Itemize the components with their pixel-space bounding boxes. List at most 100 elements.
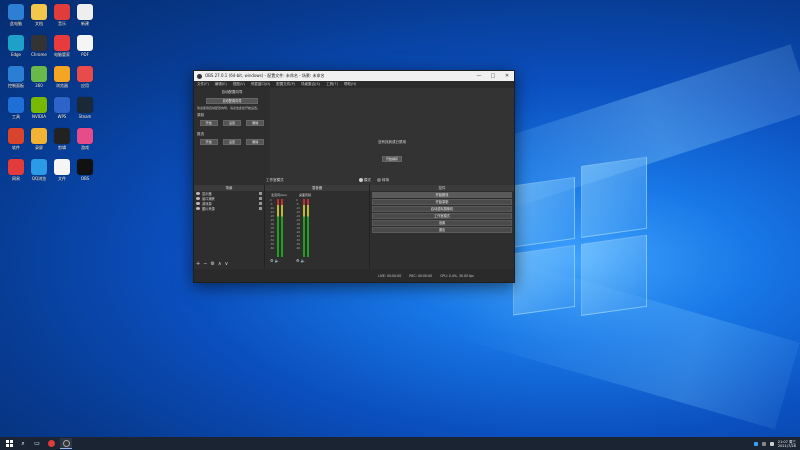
record-delete-button[interactable]: 删除 (246, 120, 265, 126)
desktop-icon-label: 网易 (12, 176, 20, 181)
window-titlebar[interactable]: OBS 27.0.1 (64-bit, windows) - 配置文件: 未命名… (194, 71, 514, 81)
app-icon (54, 35, 70, 51)
list-item[interactable]: 图片来源 (194, 206, 264, 211)
desktop-icon[interactable]: 新建 (72, 4, 98, 26)
app-icon (31, 35, 47, 51)
menu-docks[interactable]: 停靠窗口(D) (251, 82, 270, 87)
speaker-icon[interactable]: 🔈 (275, 258, 280, 263)
start-capture-button[interactable]: 开始捕获 (381, 156, 402, 162)
preview-notice: 没有找到或已禁用 (378, 140, 406, 144)
menu-view[interactable]: 视图(V) (233, 82, 245, 87)
input-method-icon[interactable] (769, 441, 774, 446)
desktop-icon[interactable]: OBS (72, 159, 98, 181)
studio-mode-button[interactable]: 工作室模式 (372, 213, 512, 219)
gear-icon[interactable]: ⚙ (270, 258, 274, 263)
desktop-icon-label: 剪辑 (58, 145, 66, 150)
record-start-button[interactable]: 开始 (199, 120, 218, 126)
desktop-icon-label: 360 (35, 83, 43, 88)
move-up-icon[interactable]: ∧ (218, 261, 222, 267)
speaker-icon[interactable]: 🔈 (301, 258, 306, 263)
desktop-icon[interactable]: PDF (72, 35, 98, 57)
menu-profile[interactable]: 配置文件(P) (276, 82, 295, 87)
stream-section-title: 推流 (197, 132, 204, 136)
maximize-button[interactable]: □ (486, 73, 500, 79)
stream-delete-button[interactable]: 删除 (246, 139, 265, 145)
start-recording-button[interactable]: 开始录制 (372, 199, 512, 205)
desktop-icon-label: 文档 (35, 21, 43, 26)
app-icon (31, 159, 47, 175)
gear-icon[interactable]: ⚙ (296, 258, 300, 263)
volume-icon[interactable] (761, 441, 766, 446)
stream-settings-button[interactable]: 设置 (222, 139, 241, 145)
volume-meter (303, 199, 305, 257)
lock-icon[interactable] (259, 197, 262, 200)
desktop-icon[interactable]: 游戏 (72, 128, 98, 150)
app-icon (54, 4, 70, 20)
move-down-icon[interactable]: ∨ (225, 261, 229, 267)
add-icon[interactable]: + (196, 261, 200, 267)
start-virtual-camera-button[interactable]: 启动虚拟摄像机 (372, 206, 512, 212)
taskbar-app-red[interactable] (45, 438, 57, 449)
menu-scene-collection[interactable]: 场景集合(S) (301, 82, 320, 87)
exit-button[interactable]: 退出 (372, 227, 512, 233)
minimize-button[interactable]: — (472, 73, 486, 79)
lock-icon[interactable] (259, 202, 262, 205)
mode-radio[interactable]: 模式 (359, 177, 371, 183)
settings-button[interactable]: 设置 (372, 220, 512, 226)
search-icon[interactable]: ⌕ (18, 439, 28, 449)
run-auto-config-button[interactable]: 自动配置向导 (206, 98, 258, 104)
rec-timer: REC: 00:00:00 (409, 273, 433, 278)
menu-bar: 文件(F) 编辑(E) 视图(V) 停靠窗口(D) 配置文件(P) 场景集合(S… (194, 81, 514, 88)
meter-tick: -60 (296, 247, 301, 250)
desktop-icon-label: 工具 (12, 114, 20, 119)
desktop-icon-label: NVIDIA (32, 114, 46, 119)
desktop-icon[interactable]: Steam (72, 97, 98, 119)
app-icon (31, 128, 47, 144)
desktop-icon-label: Steam (78, 114, 92, 119)
network-icon[interactable] (753, 441, 758, 446)
eye-icon[interactable] (196, 202, 200, 205)
close-button[interactable]: ✕ (500, 73, 514, 79)
desktop-icon-label: PDF (81, 52, 89, 57)
desktop-icon-label: QQ浏览 (31, 176, 47, 181)
lock-icon[interactable] (259, 207, 262, 210)
volume-meter (281, 199, 283, 257)
desktop-icon-label: 游戏 (81, 145, 89, 150)
dock-toolbar: + − ⚙ ∧ ∨ (196, 261, 228, 267)
app-icon (77, 97, 93, 113)
start-streaming-button[interactable]: 开始推流 (372, 192, 512, 198)
app-icon (77, 128, 93, 144)
menu-edit[interactable]: 编辑(E) (215, 82, 227, 87)
app-icon (77, 4, 93, 20)
taskbar-app-obs[interactable] (60, 438, 72, 449)
cpu-status: CPU: 0.4%, 30.00 fps (440, 273, 474, 278)
desktop-icon-label: OBS (80, 176, 90, 181)
taskbar-clock[interactable]: 21:07 周三 2021/7/28 (778, 440, 796, 448)
eye-icon[interactable] (196, 192, 200, 195)
desktop-icon[interactable]: 应用 (72, 66, 98, 88)
menu-file[interactable]: 文件(F) (197, 82, 209, 87)
controls-dock: 控件 开始推流 开始录制 启动虚拟摄像机 工作室模式 设置 退出 (370, 185, 514, 269)
menu-help[interactable]: 帮助(H) (344, 82, 356, 87)
desktop-icon-label: 录屏 (35, 145, 43, 150)
menu-tools[interactable]: 工具(T) (326, 82, 338, 87)
transition-radio[interactable]: 转场 (377, 177, 389, 183)
sources-list: 显示器 窗口捕获 游戏源 图片来源 (194, 191, 264, 211)
desktop-icon-label: 应用 (81, 83, 89, 88)
live-timer: LIVE: 00:00:00 (378, 273, 402, 278)
stream-start-button[interactable]: 开始 (199, 139, 218, 145)
auto-config-description: 欢迎使用自动配置向导，请点击此处开始设置。 (197, 106, 261, 110)
desktop-icon-label: Chrome (31, 52, 47, 57)
remove-icon[interactable]: − (203, 261, 207, 267)
app-icon (77, 159, 93, 175)
lock-icon[interactable] (259, 192, 262, 195)
gear-icon[interactable]: ⚙ (210, 261, 214, 267)
start-button[interactable] (4, 439, 14, 449)
task-view-icon[interactable]: ▭ (32, 439, 42, 449)
desktop-icon-label: 文件 (58, 176, 66, 181)
eye-icon[interactable] (196, 197, 200, 200)
eye-icon[interactable] (196, 207, 200, 210)
record-settings-button[interactable]: 设置 (222, 120, 241, 126)
desktop-icon-label: Edge (10, 52, 22, 57)
taskbar: ⌕ ▭ 21:07 周三 2021/7/28 (0, 437, 800, 450)
